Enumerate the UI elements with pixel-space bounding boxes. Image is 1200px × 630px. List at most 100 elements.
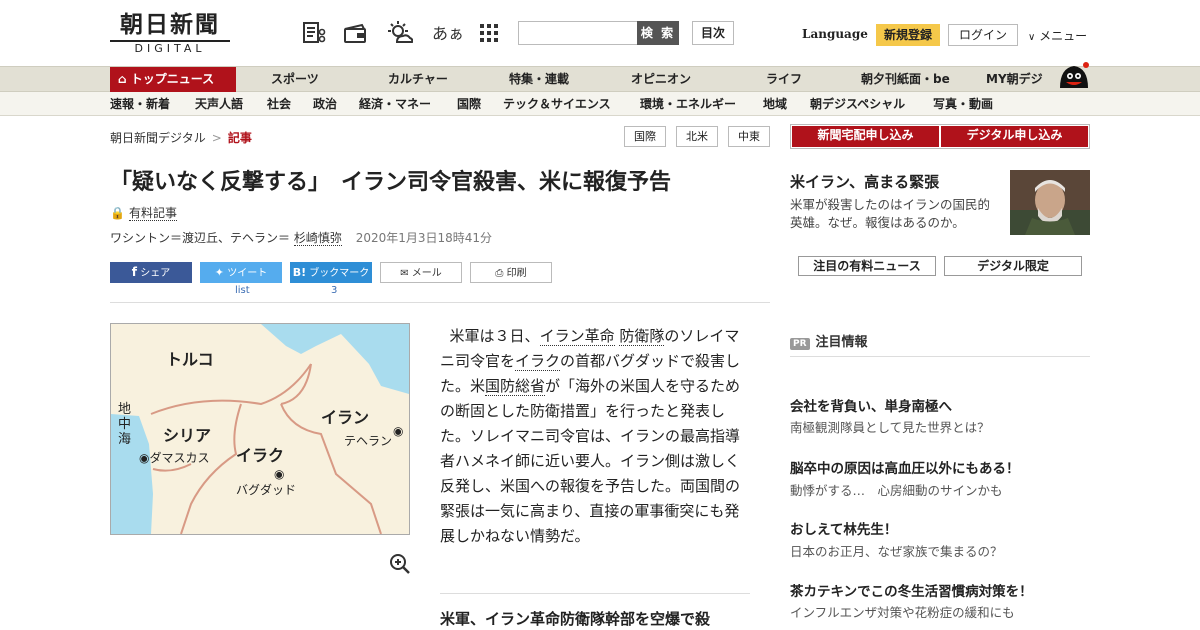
menu-button[interactable]: ∨ メニュー (1028, 27, 1087, 44)
nav-life[interactable]: ライフ (766, 67, 802, 92)
pr-item-title[interactable]: 脳卒中の原因は高血圧以外にもある！ (790, 457, 1020, 477)
map-label-damascus: ◉ダマスカス (139, 449, 210, 466)
register-button[interactable]: 新規登録 (876, 24, 940, 46)
mail-share-label: メール (411, 268, 442, 279)
nav-economy[interactable]: 経済・マネー (359, 92, 431, 116)
city-dot-icon: ◉ (274, 467, 285, 481)
paid-label-text: 有料記事 (128, 206, 177, 221)
map-label-iraq: イラク (236, 446, 285, 465)
facebook-share-button[interactable]: f シェア (110, 262, 192, 283)
byline-author-link[interactable]: 杉崎慎弥 (293, 231, 342, 246)
twitter-icon: ✦ (214, 266, 225, 279)
mail-share-button[interactable]: ✉ メール (380, 262, 462, 283)
divider (790, 356, 1090, 357)
paid-article-label[interactable]: 🔒 有料記事 (110, 204, 177, 221)
font-size-icon[interactable]: あぁ (432, 20, 464, 44)
tag-middle-east[interactable]: 中東 (728, 126, 770, 147)
breadcrumb-home[interactable]: 朝日新聞デジタル (110, 131, 206, 145)
facebook-share-label: シェア (140, 268, 171, 279)
hatena-bookmark-label: ブックマーク (309, 268, 370, 279)
weather-icon[interactable] (387, 20, 414, 46)
pr-item-desc[interactable]: 動悸がする… 心房細動のサインかも (790, 480, 1003, 499)
subscribe-paper-button[interactable]: 新聞宅配申し込み (792, 126, 939, 147)
print-button[interactable]: ⎙ 印刷 (470, 262, 552, 283)
nav-features[interactable]: 特集・連載 (509, 67, 569, 92)
logo-main-text: 朝日新聞 (120, 11, 220, 38)
nav-society[interactable]: 社会 (267, 92, 291, 116)
nav-tensei-jingo[interactable]: 天声人語 (195, 92, 243, 116)
twitter-count[interactable]: list (235, 285, 250, 296)
mascot-icon[interactable] (1056, 58, 1092, 94)
feature-description[interactable]: 米軍が殺害したのはイランの国民的英雄。なぜ。報復はあるのか。 (790, 196, 1002, 232)
nav-special[interactable]: 朝デジスペシャル (810, 92, 905, 116)
nav-top-news-label: トップニュース (130, 72, 215, 86)
nav-politics[interactable]: 政治 (313, 92, 337, 116)
wallet-icon[interactable] (342, 20, 368, 46)
article-body: 米軍は３日、イラン革命 防衛隊のソレイマニ司令官をイラクの首都バグダッドで殺害し… (440, 324, 752, 549)
link-irgc[interactable]: イラン革命 (539, 327, 615, 346)
nav-my-asadigi[interactable]: MY朝デジ (986, 67, 1043, 92)
print-label: 印刷 (506, 268, 527, 279)
publish-date: 2020年1月3日18時41分 (355, 231, 493, 245)
primary-nav: ⌂ トップニュース スポーツ カルチャー 特集・連載 オピニオン ライフ 朝夕刊… (0, 66, 1200, 92)
middle-east-map[interactable]: トルコ シリア イラク イラン 地中海 ◉ダマスカス ◉ バグダッド ◉ テヘラ… (110, 323, 410, 535)
hatena-bookmark-button[interactable]: B! ブックマーク (290, 262, 372, 283)
byline-prefix: ワシントン＝渡辺丘、テヘラン＝ (110, 231, 291, 245)
paid-news-button[interactable]: 注目の有料ニュース (798, 256, 936, 276)
nav-photo-video[interactable]: 写真・動画 (933, 92, 993, 116)
breadcrumb: 朝日新聞デジタル > 記事 (110, 129, 252, 146)
pr-item-title[interactable]: 茶カテキンでこの冬生活習慣病対策を！ (790, 580, 1033, 600)
nav-region[interactable]: 地域 (763, 92, 787, 116)
nav-newspaper[interactable]: 朝夕刊紙面・be (861, 67, 950, 92)
nav-culture[interactable]: カルチャー (388, 67, 448, 92)
search-input[interactable] (518, 21, 638, 45)
twitter-share-button[interactable]: ✦ ツイート (200, 262, 282, 283)
related-article-link[interactable]: 米軍、イラン革命防衛隊幹部を空爆で殺 (440, 608, 760, 629)
feature-photo[interactable] (1010, 170, 1090, 235)
hatena-count[interactable]: 3 (331, 285, 337, 296)
link-pentagon[interactable]: 国防総省 (485, 377, 546, 396)
nav-sports[interactable]: スポーツ (271, 67, 319, 92)
link-defense-corps[interactable]: 防衛隊 (619, 327, 665, 346)
search-button[interactable]: 検 索 (637, 21, 679, 45)
nav-breaking[interactable]: 速報・新着 (110, 92, 170, 116)
tag-international[interactable]: 国際 (624, 126, 666, 147)
subscribe-digital-button[interactable]: デジタル申し込み (941, 126, 1088, 147)
pr-item-desc[interactable]: 日本のお正月、なぜ家族で集まるの？ (790, 541, 1003, 560)
nav-environment[interactable]: 環境・エネルギー (640, 92, 736, 116)
grid-menu-icon[interactable] (476, 20, 502, 46)
nav-opinion[interactable]: オピニオン (631, 67, 691, 92)
map-graphic (111, 324, 409, 534)
facebook-icon: f (131, 265, 138, 279)
pr-badge: PR (790, 338, 810, 350)
byline: ワシントン＝渡辺丘、テヘラン＝ 杉崎慎弥 2020年1月3日18時41分 (110, 229, 492, 246)
nav-international[interactable]: 国際 (457, 92, 481, 116)
nav-top-news[interactable]: ⌂ トップニュース (110, 67, 236, 92)
pr-item-desc[interactable]: 南極観測隊員として見た世界とは？ (790, 417, 990, 436)
map-label-tehran: テヘラン (344, 434, 393, 448)
digital-only-button[interactable]: デジタル限定 (944, 256, 1082, 276)
pr-item-title[interactable]: おしえて林先生！ (790, 518, 897, 538)
pr-item-title[interactable]: 会社を背負い、単身南極へ (790, 395, 952, 415)
pr-item-desc[interactable]: インフルエンザ対策や花粉症の緩和にも (790, 602, 1015, 621)
nav-tech-science[interactable]: テック＆サイエンス (503, 92, 611, 116)
asahi-logo[interactable]: 朝日新聞 DIGITAL (110, 12, 230, 56)
login-button[interactable]: ログイン (948, 24, 1018, 46)
divider (110, 302, 770, 303)
lock-icon: 🔒 (110, 206, 125, 220)
language-link[interactable]: Language (802, 27, 868, 41)
map-label-syria: シリア (163, 426, 212, 445)
newspaper-scissors-icon[interactable] (301, 20, 327, 46)
toc-button[interactable]: 目次 (692, 21, 734, 45)
article-title: 「疑いなく反撃する」 イラン司令官殺害、米に報復予告 (110, 170, 672, 195)
city-dot-icon: ◉ (393, 424, 404, 438)
zoom-icon[interactable] (389, 553, 411, 575)
body-text-4: が「海外の米国人を守るための断固とした防衛措置」を行ったと発表した。ソレイマニ司… (440, 377, 741, 545)
map-label-mediterranean: 地中海 (118, 402, 132, 447)
link-iraq[interactable]: イラク (515, 352, 561, 371)
mail-icon: ✉ (400, 268, 409, 279)
feature-title[interactable]: 米イラン、高まる緊張 (790, 171, 939, 192)
map-label-damascus-text: ダマスカス (149, 451, 210, 465)
body-text-1: 米軍は３日、 (449, 327, 540, 345)
tag-north-america[interactable]: 北米 (676, 126, 718, 147)
